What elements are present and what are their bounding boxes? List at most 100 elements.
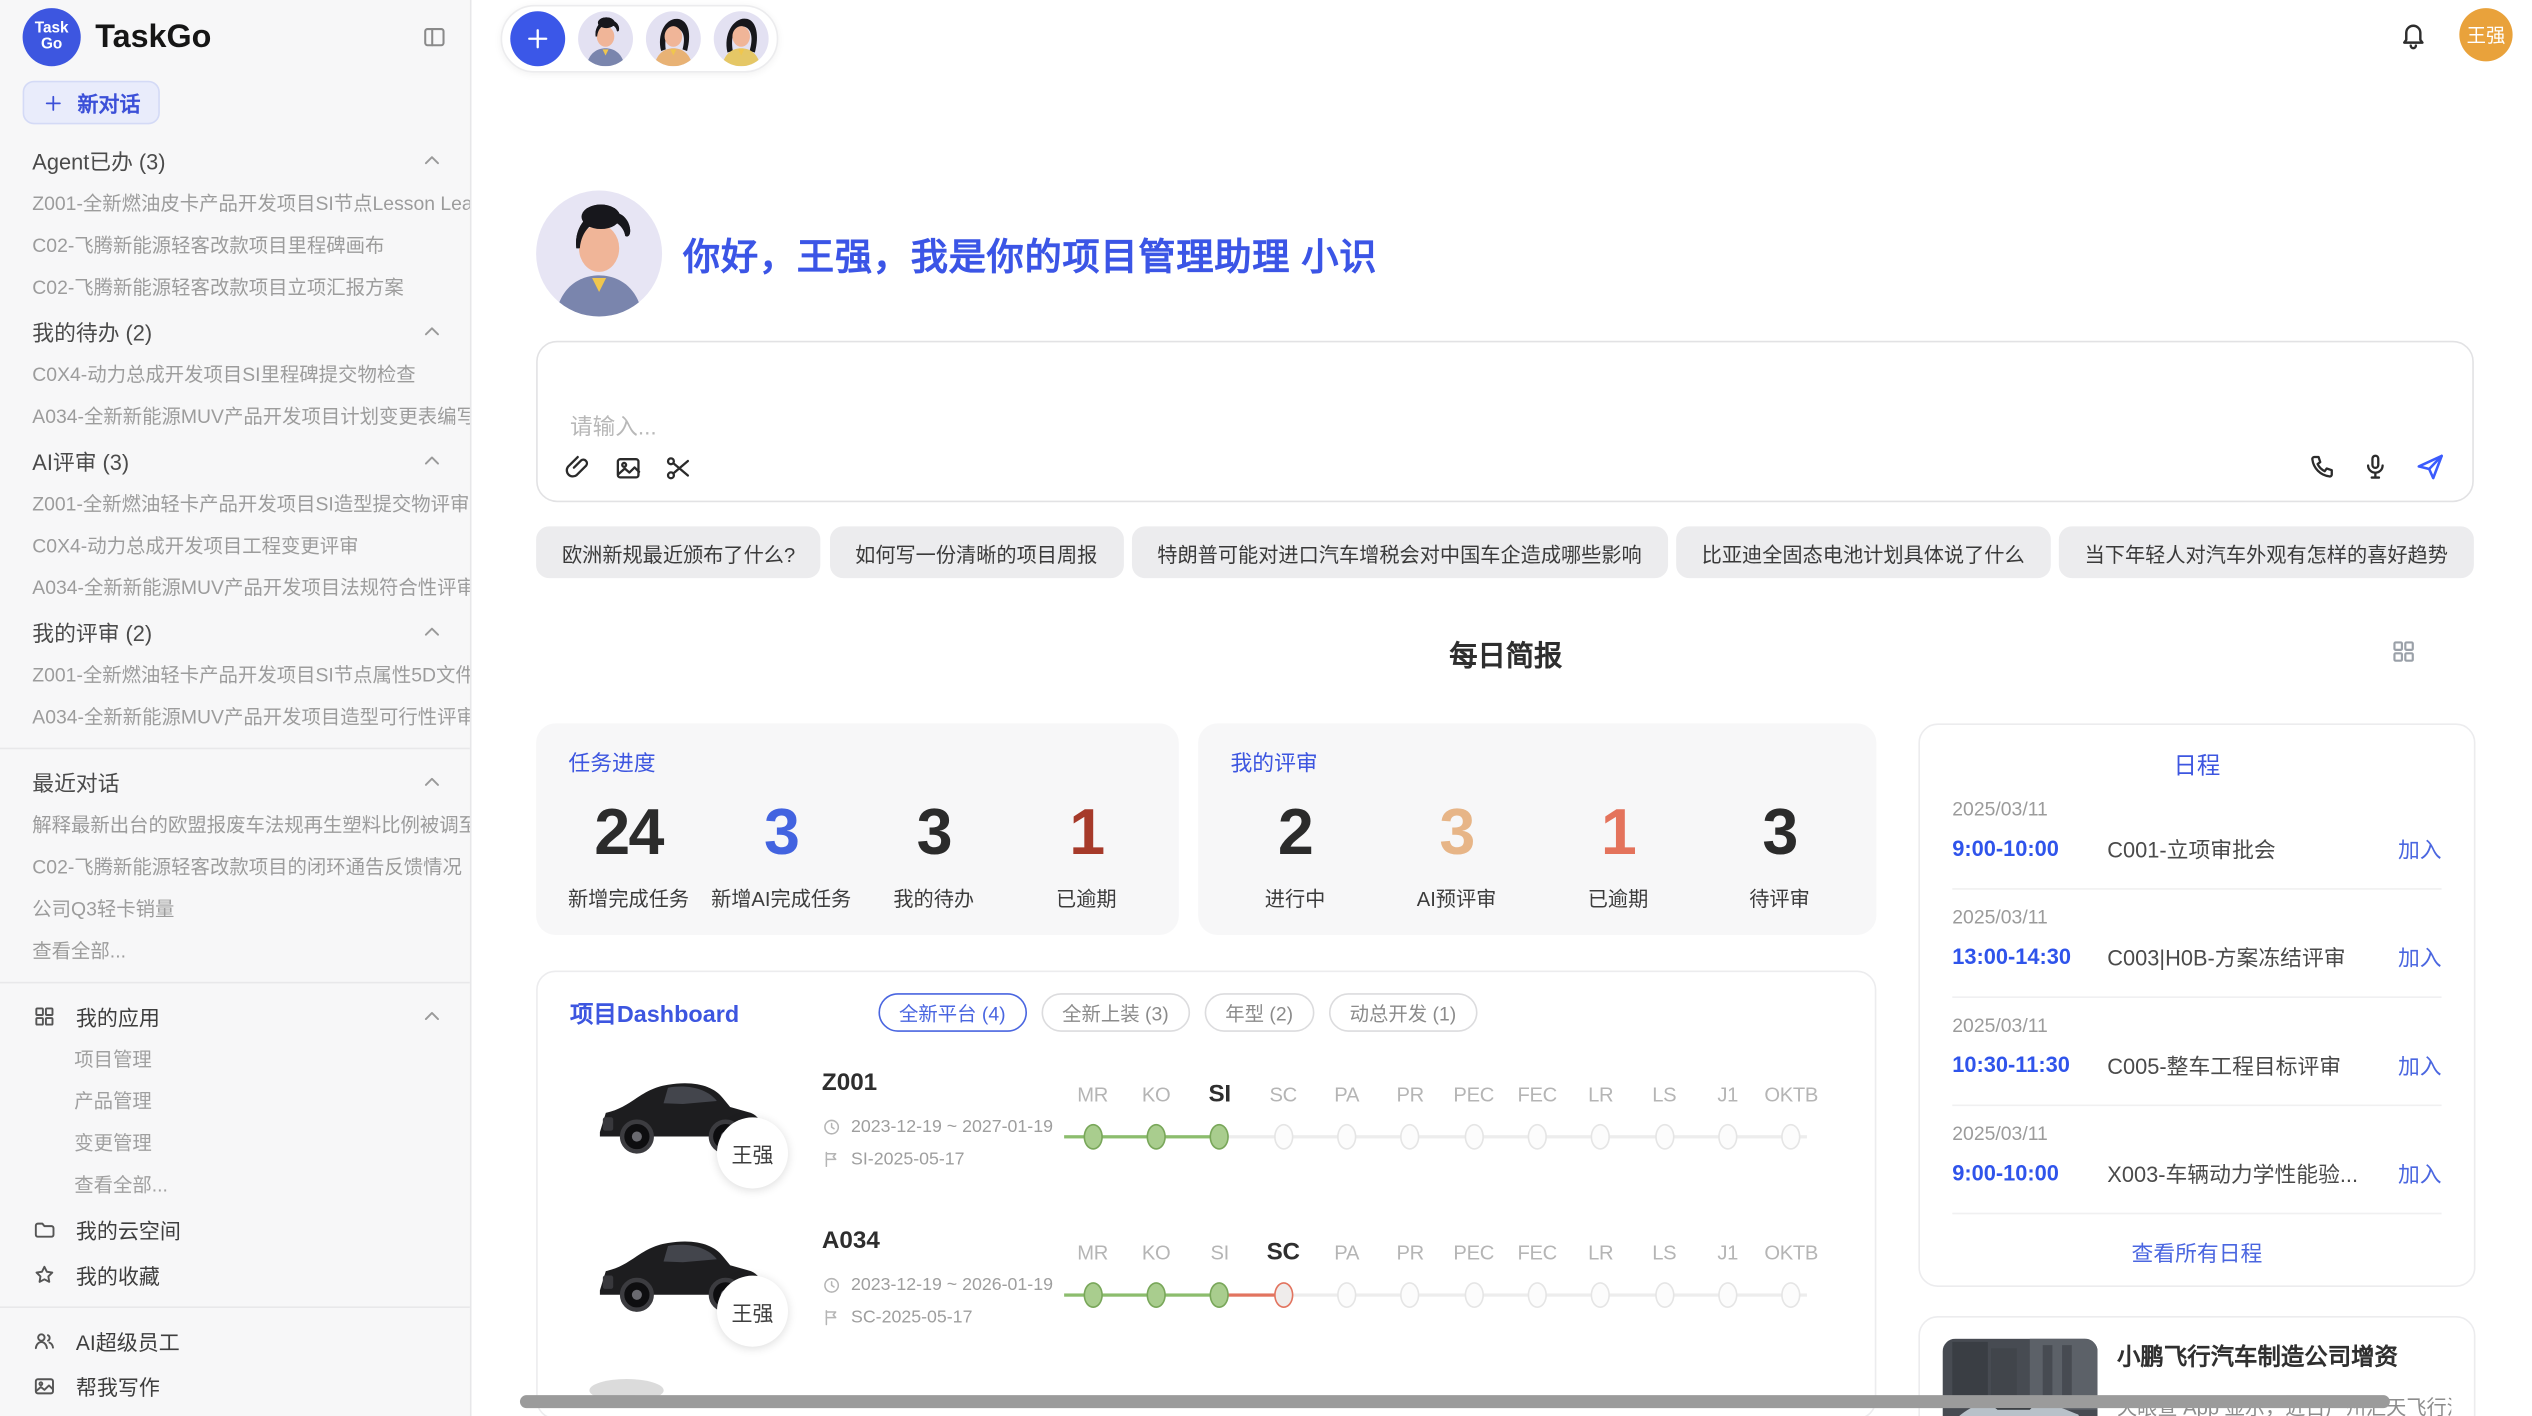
chevron-up-icon[interactable]: [420, 769, 444, 793]
milestone-dot-pending: [1718, 1124, 1737, 1150]
sidebar-collapse-icon[interactable]: [421, 24, 447, 50]
event-join-link[interactable]: 加入: [2398, 940, 2442, 972]
sidebar-item-label: 我的云空间: [76, 1214, 444, 1245]
image-icon[interactable]: [614, 454, 643, 483]
layout-grid-icon[interactable]: [2390, 638, 2417, 665]
schedule-event: 2025/03/1110:30-11:30C005-整车工程目标评审加入: [1952, 998, 2441, 1106]
recent-chat-item[interactable]: 公司Q3轻卡销量: [0, 888, 470, 930]
dashboard-filter-chip[interactable]: 动总开发 (1): [1329, 993, 1478, 1032]
agent-avatar-1[interactable]: [578, 11, 633, 66]
add-agent-button[interactable]: [510, 11, 565, 66]
paperclip-icon[interactable]: [564, 454, 593, 483]
dashboard-header: 项目Dashboard 全新平台 (4)全新上装 (3)年型 (2)动总开发 (…: [538, 972, 1875, 1032]
chevron-up-icon[interactable]: [420, 1004, 444, 1028]
dashboard-filter-chip[interactable]: 全新上装 (3): [1041, 993, 1190, 1032]
sidebar-tool-2[interactable]: 创意制图: [0, 1408, 470, 1416]
sidebar-task-item[interactable]: Z001-全新燃油轻卡产品开发项目SI节点属性5D文件评审: [0, 654, 470, 696]
event-name: X003-车辆动力学性能验...: [2107, 1156, 2398, 1188]
sidebar-task-item[interactable]: A034-全新新能源MUV产品开发项目法规符合性评审: [0, 567, 470, 609]
app-sub-item[interactable]: 产品管理: [0, 1080, 470, 1122]
sidebar-task-item[interactable]: C02-飞腾新能源轻客改款项目立项汇报方案: [0, 266, 470, 308]
milestone: KO: [1124, 1237, 1188, 1331]
suggestion-chip[interactable]: 欧洲新规最近颁布了什么?: [536, 526, 821, 578]
project-code: A034: [822, 1227, 880, 1254]
sidebar-task-item[interactable]: C02-飞腾新能源轻客改款项目里程碑画布: [0, 224, 470, 266]
stat-label: 已逾期: [1537, 882, 1698, 913]
sidebar-task-item[interactable]: A034-全新新能源MUV产品开发项目计划变更表编写: [0, 396, 470, 438]
sidebar-link-1[interactable]: 我的收藏: [0, 1251, 470, 1296]
new-chat-button[interactable]: 新对话: [23, 81, 160, 125]
suggestion-chip[interactable]: 当下年轻人对汽车外观有怎样的喜好趋势: [2059, 526, 2474, 578]
app-sub-item[interactable]: 查看全部...: [0, 1164, 470, 1206]
milestone-chain: MRKOSISCPAPRPECFECLRLSJ1OKTB: [1061, 1237, 1823, 1331]
sidebar-task-item[interactable]: Z001-全新燃油皮卡产品开发项目SI节点Lesson Learn报告: [0, 182, 470, 224]
sidebar-task-item[interactable]: Z001-全新燃油轻卡产品开发项目SI造型提交物评审: [0, 483, 470, 525]
sidebar-task-item[interactable]: C0X4-动力总成开发项目工程变更评审: [0, 525, 470, 567]
clock-icon: [822, 1276, 841, 1295]
app-sub-item[interactable]: 项目管理: [0, 1038, 470, 1080]
chevron-up-icon[interactable]: [420, 448, 444, 472]
mic-icon[interactable]: [2361, 452, 2390, 481]
milestone: LS: [1632, 1079, 1696, 1173]
horizontal-scrollbar[interactable]: [520, 1395, 2390, 1408]
sidebar-tool-1[interactable]: 帮我写作: [0, 1363, 470, 1408]
project-row[interactable]: 王强Z0012023-12-19 ~ 2027-01-19SI-2025-05-…: [538, 1046, 1878, 1204]
recent-chat-item[interactable]: C02-飞腾新能源轻客改款项目的闭环通告反馈情况: [0, 846, 470, 888]
milestone-dot-pending: [1782, 1124, 1801, 1150]
phone-icon[interactable]: [2308, 452, 2337, 481]
sidebar-item-my-apps[interactable]: 我的应用: [0, 993, 470, 1038]
dashboard-filter-chip[interactable]: 年型 (2): [1204, 993, 1314, 1032]
project-row[interactable]: 王强A0342023-12-19 ~ 2026-01-19SC-2025-05-…: [538, 1205, 1878, 1363]
event-name: C003|H0B-方案冻结评审: [2107, 940, 2398, 972]
sidebar-section-recent-chats[interactable]: 最近对话: [0, 759, 470, 804]
milestone: SC: [1251, 1079, 1315, 1173]
send-icon[interactable]: [2414, 451, 2446, 483]
owner-badge: 王强: [717, 1276, 788, 1347]
view-all-schedule-link[interactable]: 查看所有日程: [1952, 1214, 2441, 1287]
scissors-icon[interactable]: [664, 454, 693, 483]
event-join-link[interactable]: 加入: [2398, 1156, 2442, 1188]
sidebar-link-0[interactable]: 我的云空间: [0, 1206, 470, 1251]
stat-item: 1已逾期: [1537, 796, 1698, 912]
project-date-range: 2023-12-19 ~ 2026-01-19: [822, 1276, 1053, 1295]
dashboard-filters: 全新平台 (4) 全新上装 (3) 年型 (2) 动总开发 (1): [878, 993, 1477, 1032]
sidebar-task-item[interactable]: A034-全新新能源MUV产品开发项目造型可行性评审: [0, 696, 470, 738]
dashboard-filter-chip[interactable]: 全新平台 (4): [878, 993, 1027, 1032]
event-join-link[interactable]: 加入: [2398, 1048, 2442, 1080]
stat-item: 2进行中: [1214, 796, 1375, 912]
recent-chat-item[interactable]: 解释最新出台的欧盟报废车法规再生塑料比例被调至15%...: [0, 804, 470, 846]
notification-bell-icon[interactable]: [2398, 19, 2429, 50]
agent-avatar-2[interactable]: [646, 11, 701, 66]
sidebar-section-header-1[interactable]: 我的待办 (2): [0, 308, 470, 353]
suggestion-chip[interactable]: 比亚迪全固态电池计划具体说了什么: [1676, 526, 2051, 578]
milestone-cells: MRKOSISCPAPRPECFECLRLSJ1OKTB: [1061, 1079, 1823, 1173]
logo-text-bottom: Go: [41, 37, 62, 54]
sidebar-tool-0[interactable]: AI超级员工: [0, 1318, 470, 1363]
agent-avatar-3[interactable]: [714, 11, 769, 66]
user-avatar[interactable]: 王强: [2459, 8, 2512, 61]
sidebar-section-header-3[interactable]: 我的评审 (2): [0, 609, 470, 654]
milestone-label: OKTB: [1759, 1079, 1823, 1115]
event-join-link[interactable]: 加入: [2398, 832, 2442, 864]
project-dashboard-card: 项目Dashboard 全新平台 (4)全新上装 (3)年型 (2)动总开发 (…: [536, 970, 1876, 1416]
milestone-dot-pending: [1782, 1282, 1801, 1308]
project-date-range: 2023-12-19 ~ 2027-01-19: [822, 1117, 1053, 1136]
app-sub-item[interactable]: 变更管理: [0, 1122, 470, 1164]
chevron-up-icon[interactable]: [420, 319, 444, 343]
suggestion-chip[interactable]: 特朗普可能对进口汽车增税会对中国车企造成哪些影响: [1131, 526, 1667, 578]
owner-badge: 王强: [717, 1117, 788, 1188]
milestone-label: PR: [1378, 1237, 1442, 1273]
agent-switcher: [501, 5, 779, 73]
sidebar-task-item[interactable]: C0X4-动力总成开发项目SI里程碑提交物检查: [0, 354, 470, 396]
sidebar-section-header-2[interactable]: AI评审 (3): [0, 438, 470, 483]
milestone: FEC: [1505, 1079, 1569, 1173]
recent-chat-item[interactable]: 查看全部...: [0, 930, 470, 972]
chat-input[interactable]: 请输入...: [536, 341, 2474, 502]
suggestion-chip[interactable]: 如何写一份清晰的项目周报: [829, 526, 1123, 578]
schedule-card: 日程 2025/03/119:00-10:00C001-立项审批会加入2025/…: [1918, 723, 2475, 1287]
write-icon: [32, 1373, 56, 1397]
sidebar-section-header-0[interactable]: Agent已办 (3): [0, 137, 470, 182]
milestone-label: PEC: [1442, 1079, 1506, 1115]
chevron-up-icon[interactable]: [420, 619, 444, 643]
chevron-up-icon[interactable]: [420, 148, 444, 172]
